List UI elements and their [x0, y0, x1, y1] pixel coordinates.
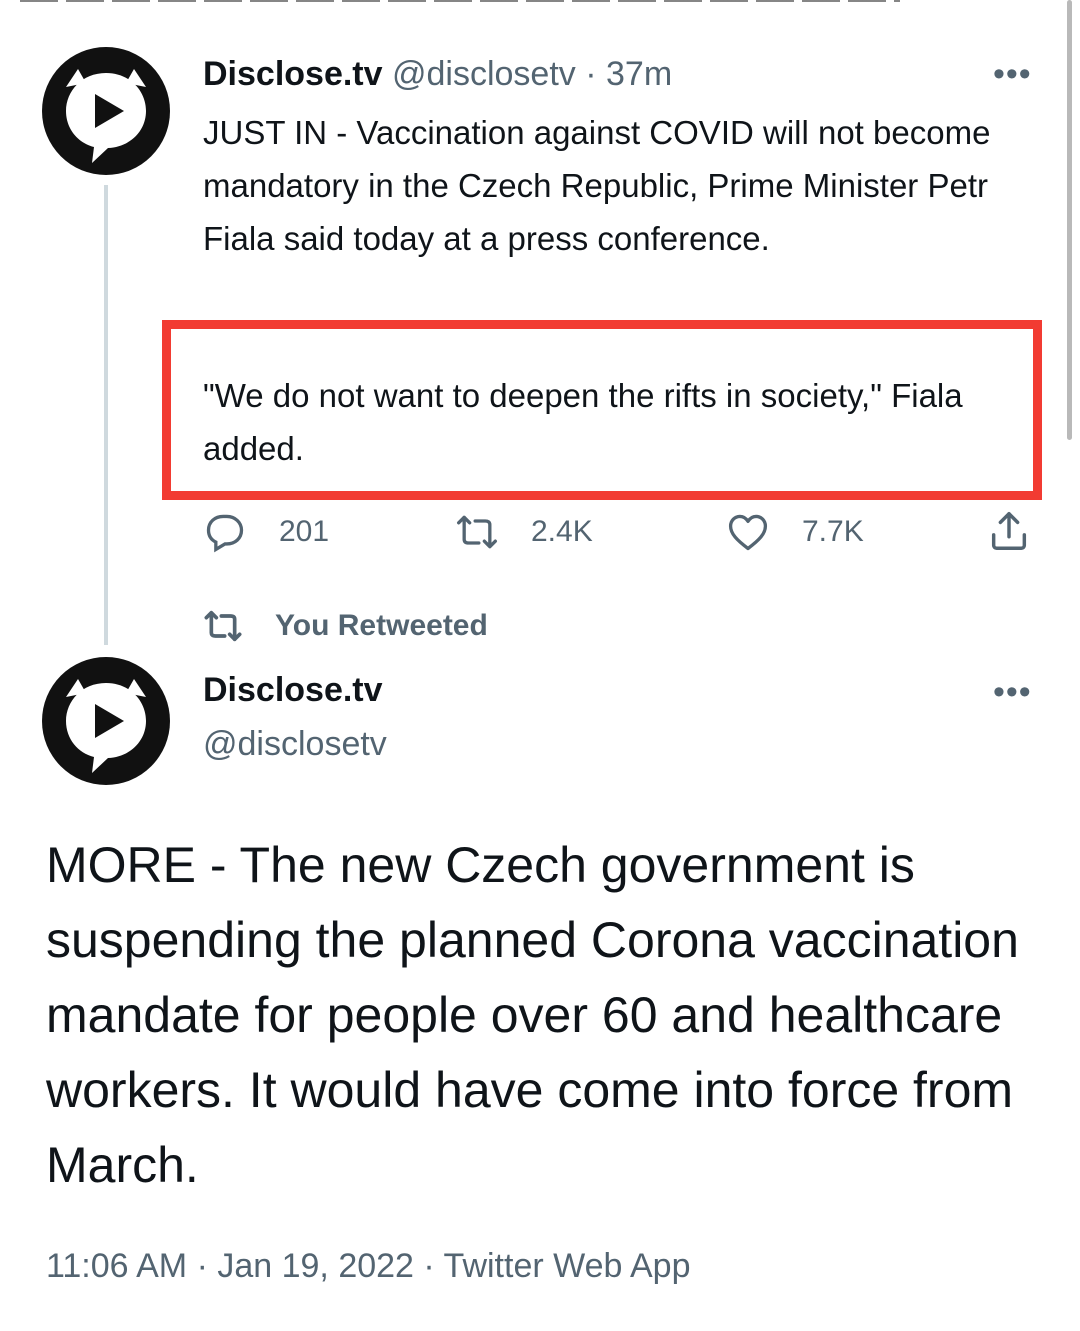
previous-tweet-cutoff: [0, 0, 1062, 6]
disclose-logo-icon: [66, 679, 146, 773]
retweet-icon: [457, 515, 497, 549]
tweet-time[interactable]: 37m: [606, 55, 672, 93]
retweet-context-label[interactable]: You Retweeted: [275, 609, 488, 643]
thread-line: [104, 185, 108, 645]
handle[interactable]: @disclosetv: [203, 722, 387, 766]
retweet-icon: [204, 610, 242, 642]
like-button[interactable]: 7.7K: [726, 508, 864, 556]
heart-icon: [728, 514, 768, 551]
display-name[interactable]: Disclose.tv: [203, 55, 383, 93]
more-options-button[interactable]: •••: [993, 57, 1032, 91]
retweet-button[interactable]: 2.4K: [455, 508, 593, 556]
disclose-logo-icon: [66, 69, 146, 163]
retweet-count: 2.4K: [531, 515, 593, 548]
avatar[interactable]: [42, 657, 170, 785]
quote-text: "We do not want to deepen the rifts in s…: [203, 377, 963, 467]
share-icon: [991, 512, 1027, 550]
tweet-timestamp[interactable]: 11:06 AM · Jan 19, 2022 · Twitter Web Ap…: [46, 1244, 691, 1288]
display-name[interactable]: Disclose.tv: [203, 668, 383, 712]
separator: ·: [585, 55, 597, 93]
tweet-text: JUST IN - Vaccination against COVID will…: [203, 114, 991, 257]
reply-icon: [206, 514, 244, 553]
retweet-context: You Retweeted: [203, 604, 488, 648]
reply-count: 201: [279, 515, 330, 548]
like-count: 7.7K: [802, 515, 864, 548]
avatar[interactable]: [42, 47, 170, 175]
more-options-button[interactable]: •••: [993, 675, 1032, 709]
tweet-text: MORE - The new Czech government is suspe…: [46, 837, 1019, 1193]
handle[interactable]: @disclosetv: [392, 55, 576, 93]
tweet-header: Disclose.tv @disclosetv · 37m: [203, 52, 672, 96]
scrollbar[interactable]: [1067, 0, 1072, 440]
reply-button[interactable]: 201: [203, 508, 329, 556]
share-button[interactable]: [986, 508, 1032, 554]
